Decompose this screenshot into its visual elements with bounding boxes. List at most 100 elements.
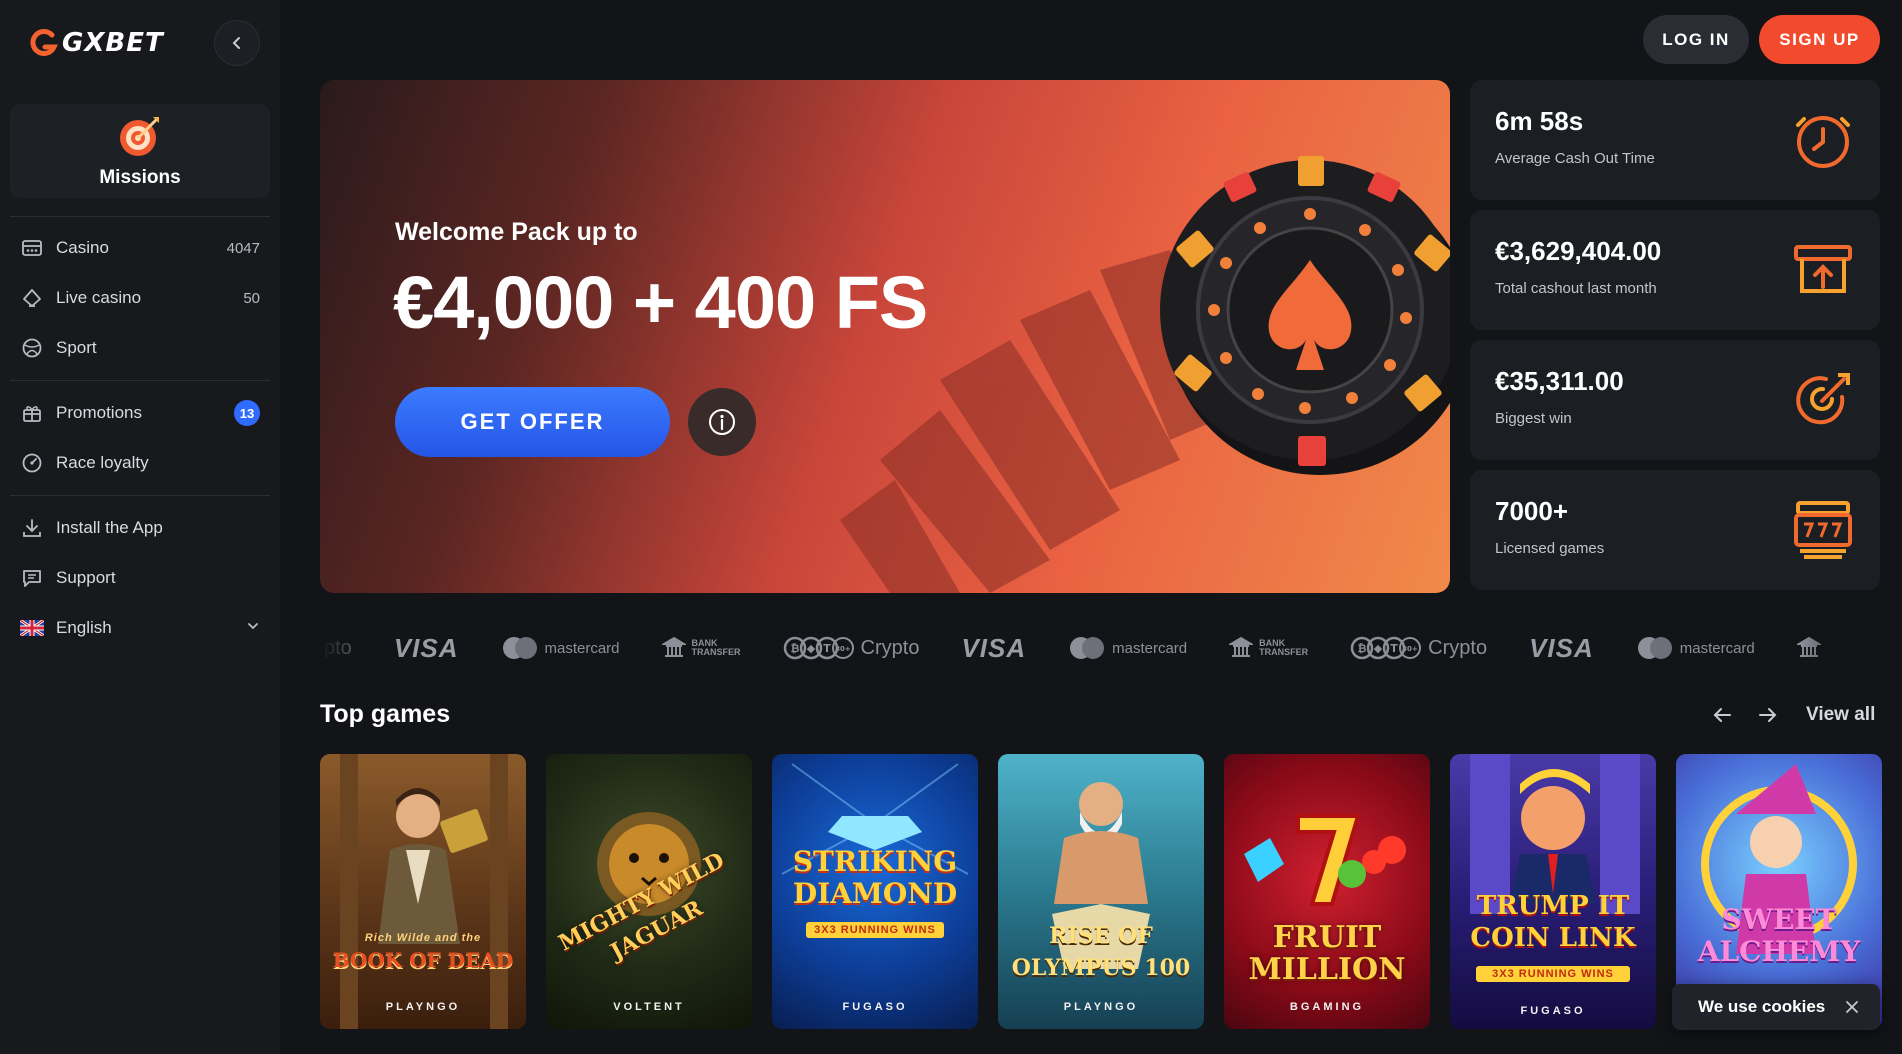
svg-text:₿: ₿: [790, 642, 799, 655]
casino-icon: [20, 236, 44, 260]
uk-flag-icon: [20, 616, 44, 640]
bank-line-2: TRANSFER: [691, 647, 741, 657]
game-provider: PLAYNGO: [385, 1001, 461, 1013]
mastercard-label: mastercard: [544, 639, 620, 657]
sidebar-item-label: Live casino: [56, 288, 142, 307]
slot-machine-icon: [1794, 501, 1852, 559]
sidebar-item-promotions[interactable]: Promotions 13: [20, 394, 260, 432]
carousel-next-button[interactable]: [1752, 700, 1782, 730]
game-provider: VOLTENT: [613, 1001, 685, 1013]
game-provider: FUGASO: [1520, 1005, 1586, 1017]
stat-label: Biggest win: [1495, 410, 1572, 427]
bank-transfer-text: BANK TRANSFER: [1259, 639, 1308, 657]
cookie-notice: We use cookies: [1672, 984, 1880, 1030]
mastercard-label: mastercard: [1112, 639, 1188, 657]
language-selector[interactable]: English: [20, 609, 260, 647]
game-title: TRUMP IT COIN LINK: [1470, 891, 1636, 953]
bank-line-2: TRANSFER: [1259, 647, 1309, 657]
stat-card-cashout-time: 6m 58s Average Cash Out Time: [1470, 80, 1880, 200]
game-card[interactable]: MIGHTY WILD JAGUAR VOLTENT: [546, 754, 752, 1029]
bank-transfer-text: BANK TRANSFER: [692, 639, 741, 657]
banner-eyebrow: Welcome Pack up to: [395, 218, 638, 246]
sidebar-item-casino[interactable]: Casino 4047: [20, 229, 260, 267]
sidebar-item-label: Install the App: [56, 518, 163, 537]
stat-label: Licensed games: [1495, 540, 1605, 557]
stat-value: €3,629,404.00: [1495, 236, 1662, 266]
sidebar-item-race-loyalty[interactable]: Race loyalty: [20, 444, 260, 482]
svg-text:T: T: [823, 642, 831, 655]
sidebar-item-support[interactable]: Support: [20, 559, 260, 597]
sidebar-item-live-casino[interactable]: Live casino 50: [20, 279, 260, 317]
get-offer-button[interactable]: GET OFFER: [395, 387, 670, 457]
top-games-title: Top games: [320, 700, 451, 728]
crypto-coins-icon: ₿ ◆ T 30+: [783, 636, 854, 660]
game-provider: BGAMING: [1289, 1001, 1365, 1013]
game-card[interactable]: Rich Wilde and the BOOK OF DEAD PLAYNGO: [320, 754, 526, 1029]
offer-info-button[interactable]: [688, 388, 756, 456]
close-icon: [1846, 1001, 1859, 1013]
game-title: BOOK OF DEAD: [332, 948, 514, 972]
support-icon: [20, 566, 44, 590]
stat-card-licensed-games: 7000+ Licensed games: [1470, 470, 1880, 590]
race-icon: [20, 451, 44, 475]
chevron-left-icon: [232, 37, 240, 49]
stat-value: €35,311.00: [1495, 366, 1624, 396]
game-card[interactable]: FRUIT MILLION BGAMING: [1224, 754, 1430, 1029]
mastercard-icon: [1070, 637, 1105, 659]
info-icon: [709, 409, 735, 435]
crypto-label: Crypto: [860, 636, 920, 659]
game-title: RISE OF OLYMPUS 100: [1011, 923, 1191, 981]
stat-label: Average Cash Out Time: [1495, 150, 1655, 167]
game-title: STRIKING DIAMOND: [792, 845, 958, 910]
sidebar-divider: [10, 216, 270, 217]
svg-text:₿: ₿: [1358, 642, 1367, 655]
zeus-art: [1052, 782, 1150, 969]
logo-text: GXBET: [62, 28, 164, 58]
arrow-left-icon: [1713, 708, 1731, 722]
payment-methods-strip: pto VISA mastercard BANK TRANSFER ₿ ◆ T 30+ …: [320, 620, 1880, 676]
stat-value: 6m 58s: [1495, 106, 1584, 136]
gxbet-logo-icon: [30, 29, 58, 56]
logo[interactable]: GXBET: [28, 28, 164, 58]
arrow-right-icon: [1759, 708, 1777, 722]
bank-icon: [1229, 636, 1254, 657]
sidebar-item-sport[interactable]: Sport: [20, 329, 260, 367]
cookie-close-button[interactable]: [1845, 1000, 1859, 1014]
mastercard-icon: [502, 637, 537, 659]
signup-button[interactable]: SIGN UP: [1759, 15, 1880, 64]
sidebar-item-label: Promotions: [56, 403, 142, 422]
svg-text:T: T: [1390, 642, 1398, 655]
view-all-link[interactable]: View all: [1806, 704, 1875, 726]
game-card[interactable]: STRIKING DIAMOND 3X3 RUNNING WINS FUGASO: [772, 754, 978, 1029]
collapse-sidebar-button[interactable]: [214, 20, 260, 66]
bank-icon: [661, 636, 686, 657]
game-card[interactable]: TRUMP IT COIN LINK 3X3 RUNNING WINS FUGA…: [1450, 754, 1656, 1029]
game-card[interactable]: RISE OF OLYMPUS 100 PLAYNGO: [998, 754, 1204, 1029]
sidebar-item-install-app[interactable]: Install the App: [20, 509, 260, 547]
cookie-text: We use cookies: [1698, 997, 1826, 1016]
top-games-carousel: Rich Wilde and the BOOK OF DEAD PLAYNGO …: [320, 754, 1902, 1029]
payment-visa: VISA: [961, 632, 1027, 663]
sidebar-item-label: Sport: [56, 338, 97, 357]
sidebar-divider: [10, 495, 270, 496]
login-button[interactable]: LOG IN: [1643, 15, 1749, 64]
sidebar-item-label: Support: [56, 568, 116, 587]
game-subtitle: 3X3 RUNNING WINS: [1476, 966, 1630, 982]
payment-visa: VISA: [1529, 632, 1594, 663]
carousel-prev-button[interactable]: [1708, 700, 1738, 730]
gift-icon: [20, 401, 44, 425]
game-subtitle: Rich Wilde and the: [364, 932, 482, 944]
chevron-down-icon: [246, 618, 260, 638]
payment-mastercard: mastercard: [1636, 636, 1755, 660]
explorer-figure-art: [340, 754, 508, 1029]
missions-label: Missions: [99, 167, 181, 188]
missions-card[interactable]: Missions: [10, 104, 270, 198]
poker-chip-illustration: [1160, 156, 1450, 475]
banner-amount: €4,000 + 400 FS: [393, 261, 928, 344]
sidebar-item-label: Race loyalty: [56, 453, 149, 472]
crypto-coins-icon: ₿ ◆ T 30+: [1350, 636, 1422, 660]
download-icon: [20, 516, 44, 540]
mastercard-label: mastercard: [1679, 639, 1755, 657]
payment-crypto: ₿ ◆ T 30+ Crypto: [1350, 636, 1487, 660]
payment-bank-transfer: [1796, 636, 1821, 660]
